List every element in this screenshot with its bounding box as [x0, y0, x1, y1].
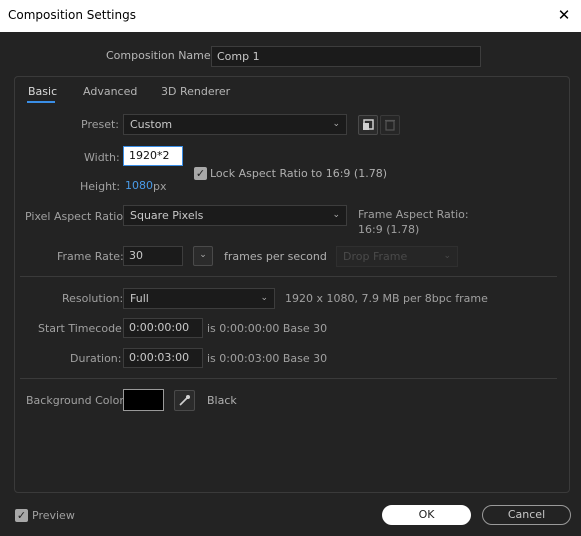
start-timecode-input[interactable]: 0:00:00:00 [123, 318, 203, 338]
duration-info: is 0:00:03:00 Base 30 [207, 352, 328, 365]
background-color-name: Black [207, 394, 237, 407]
window-title: Composition Settings [8, 8, 136, 22]
lock-aspect-label: Lock Aspect Ratio to 16:9 (1.78) [210, 167, 387, 180]
resolution-value: Full [130, 292, 149, 305]
comp-name-input[interactable]: Comp 1 [211, 46, 481, 67]
height-value[interactable]: 1080 [125, 179, 153, 192]
frame-rate-unit: frames per second [224, 250, 327, 263]
resolution-info: 1920 x 1080, 7.9 MB per 8bpc frame [285, 292, 488, 305]
background-color-swatch[interactable] [123, 389, 164, 411]
chevron-down-icon: ⌄ [332, 119, 340, 129]
save-preset-button[interactable] [358, 115, 378, 135]
duration-input[interactable]: 0:00:03:00 [123, 348, 203, 368]
tab-3d-renderer[interactable]: 3D Renderer [161, 85, 230, 98]
chevron-down-icon: ⌄ [443, 251, 451, 261]
chevron-down-icon: ⌄ [260, 293, 268, 303]
divider-2 [20, 378, 557, 379]
lock-aspect-checkbox[interactable]: ✓ [194, 167, 207, 180]
settings-panel [14, 76, 570, 493]
duration-label: Duration: [70, 352, 122, 365]
ok-button[interactable]: OK [382, 505, 471, 525]
width-input[interactable]: 1920*2 [123, 146, 183, 166]
background-color-label: Background Color: [26, 394, 128, 407]
width-label: Width: [84, 151, 120, 164]
tab-advanced[interactable]: Advanced [83, 85, 137, 98]
title-bar: Composition Settings ✕ [0, 0, 581, 32]
close-icon[interactable]: ✕ [555, 6, 573, 24]
preview-checkbox[interactable]: ✓ [15, 509, 28, 522]
start-timecode-info: is 0:00:00:00 Base 30 [207, 322, 328, 335]
preset-dropdown[interactable]: Custom ⌄ [123, 114, 347, 135]
height-unit: px [153, 180, 167, 193]
trash-icon [385, 119, 395, 131]
resolution-label: Resolution: [62, 292, 124, 305]
pixel-aspect-value: Square Pixels [130, 209, 204, 222]
drop-frame-value: Drop Frame [343, 250, 408, 263]
frame-rate-dropdown-button[interactable]: ⌄ [193, 246, 213, 266]
drop-frame-dropdown: Drop Frame ⌄ [336, 246, 458, 267]
chevron-down-icon: ⌄ [332, 210, 340, 220]
pixel-aspect-dropdown[interactable]: Square Pixels ⌄ [123, 205, 347, 226]
frame-aspect-value: 16:9 (1.78) [358, 223, 420, 236]
eyedropper-icon [179, 395, 190, 406]
preset-label: Preset: [81, 118, 120, 131]
frame-rate-input[interactable]: 30 [123, 246, 183, 266]
chevron-down-icon: ⌄ [199, 250, 207, 260]
frame-aspect-label: Frame Aspect Ratio: [358, 208, 469, 221]
save-preset-icon [363, 119, 374, 130]
divider-1 [20, 276, 557, 277]
start-timecode-label: Start Timecode: [38, 322, 126, 335]
eyedropper-button[interactable] [174, 390, 195, 411]
resolution-dropdown[interactable]: Full ⌄ [123, 288, 275, 309]
preview-label: Preview [32, 509, 75, 522]
frame-rate-label: Frame Rate: [57, 250, 124, 263]
active-tab-indicator [27, 101, 55, 103]
comp-name-label: Composition Name: [106, 49, 215, 62]
preset-value: Custom [130, 118, 173, 131]
cancel-button[interactable]: Cancel [482, 505, 571, 525]
delete-preset-button[interactable] [380, 115, 400, 135]
height-label: Height: [80, 180, 121, 193]
tab-basic[interactable]: Basic [28, 85, 57, 98]
pixel-aspect-label: Pixel Aspect Ratio: [25, 210, 127, 223]
